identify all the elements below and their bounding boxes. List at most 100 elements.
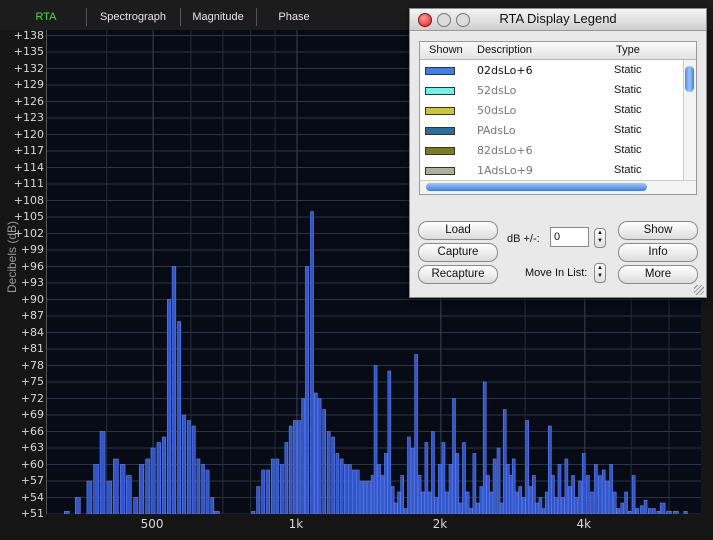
series-color-swatch[interactable] [425, 167, 455, 175]
column-shown[interactable]: Shown [429, 44, 463, 56]
rta-bar [270, 458, 275, 515]
rta-bar [605, 480, 610, 515]
rta-bar [616, 508, 621, 515]
rta-bar [448, 464, 453, 515]
rta-bar [581, 453, 586, 515]
y-tick-label: +54 [20, 490, 44, 504]
rta-bar [434, 497, 438, 515]
rta-bar [99, 431, 106, 515]
rta-bar [297, 420, 301, 515]
tab-spectrograph[interactable]: Spectrograph [86, 8, 179, 26]
tab-rta[interactable]: RTA [10, 8, 82, 26]
load-button[interactable]: Load [418, 221, 498, 240]
rta-bar [624, 491, 628, 515]
rta-bar [431, 431, 435, 515]
rta-bar [659, 502, 666, 515]
rta-bar [113, 458, 119, 515]
recapture-button[interactable]: Recapture [418, 265, 498, 284]
series-color-swatch[interactable] [425, 107, 455, 115]
rta-bar [150, 447, 156, 515]
rta-bar [75, 497, 81, 515]
rta-bar [535, 502, 539, 515]
legend-list-header: Shown Description Type [420, 42, 696, 60]
rta-bar [314, 392, 318, 515]
legend-row-type: Static [614, 124, 642, 136]
series-color-swatch[interactable] [425, 87, 455, 95]
rta-bar [564, 458, 569, 515]
rta-bar [348, 464, 352, 515]
series-color-swatch[interactable] [425, 67, 455, 75]
capture-button[interactable]: Capture [418, 243, 498, 262]
series-color-swatch[interactable] [425, 127, 455, 135]
rta-bar [554, 497, 558, 515]
legend-row[interactable]: 82dsLo+6 Static [420, 141, 682, 161]
rta-bar [421, 491, 425, 515]
legend-row[interactable]: 52dsLo Static [420, 81, 682, 101]
rta-bar [496, 447, 501, 515]
rta-bar [462, 442, 466, 515]
rta-bar [424, 442, 429, 515]
legend-vertical-scrollbar[interactable] [683, 60, 696, 180]
rta-bar [452, 398, 456, 515]
legend-row-description: 1AdsLo+9 [477, 164, 533, 177]
rta-bar [404, 508, 408, 515]
rta-bar [521, 497, 526, 515]
more-button[interactable]: More [618, 265, 698, 284]
y-tick-label: +138 [13, 28, 44, 42]
rta-bar [331, 436, 335, 515]
rta-bar [594, 464, 598, 515]
window-titlebar[interactable]: RTA Display Legend [410, 9, 706, 31]
rta-bar [489, 491, 494, 515]
move-in-list-stepper[interactable]: ▲ ▼ [594, 263, 606, 283]
rta-bar [525, 420, 529, 515]
legend-row-type: Static [614, 84, 642, 96]
db-offset-field[interactable]: 0 [550, 227, 589, 247]
show-button[interactable]: Show [618, 221, 698, 240]
y-tick-label: +78 [20, 358, 44, 372]
legend-row[interactable]: 50dsLo Static [420, 101, 682, 121]
rta-bar [528, 486, 533, 515]
rta-bar [486, 475, 490, 515]
rta-bar [191, 425, 196, 515]
rta-bar [167, 299, 172, 515]
legend-row-description: 52dsLo [477, 84, 517, 97]
rta-bar [275, 458, 280, 515]
rta-bar [156, 442, 161, 515]
rta-bar [355, 469, 360, 515]
tab-phase[interactable]: Phase [256, 8, 331, 26]
rta-bar [492, 458, 497, 515]
rta-bar [499, 502, 504, 515]
legend-horizontal-scrollbar[interactable] [420, 180, 696, 194]
rta-bar [93, 464, 99, 515]
rta-bar [643, 499, 648, 515]
rta-bar [458, 502, 463, 515]
legend-list[interactable]: Shown Description Type 02dsLo+6 Static 52d… [419, 41, 697, 195]
tab-magnitude[interactable]: Magnitude [180, 8, 255, 26]
legend-row[interactable]: 1AdsLo+9 Static [420, 161, 682, 181]
rta-bar [301, 398, 305, 515]
legend-row[interactable]: 02dsLo+6 Static [420, 61, 682, 81]
column-description[interactable]: Description [477, 44, 532, 56]
rta-bar [322, 409, 326, 515]
rta-bar [106, 480, 113, 515]
rta-bar [469, 508, 473, 515]
x-tick-label: 500 [140, 517, 164, 531]
series-color-swatch[interactable] [425, 147, 455, 155]
rta-bar [438, 464, 442, 515]
vertical-scroll-thumb[interactable] [685, 66, 694, 92]
column-type[interactable]: Type [616, 44, 640, 56]
rta-bar [541, 508, 546, 515]
info-button[interactable]: Info [618, 243, 698, 262]
horizontal-scroll-thumb[interactable] [426, 183, 647, 191]
db-offset-stepper[interactable]: ▲ ▼ [594, 228, 606, 248]
rta-bar [628, 510, 632, 515]
y-tick-label: +114 [13, 160, 44, 174]
resize-grip-icon[interactable] [694, 285, 704, 295]
rta-bar [518, 486, 522, 515]
rta-bar [363, 480, 368, 515]
rta-bar [571, 475, 575, 515]
y-tick-label: +72 [20, 391, 44, 405]
legend-row[interactable]: PAdsLo Static [420, 121, 682, 141]
rta-bar [472, 453, 477, 515]
rta-legend-window: RTA Display Legend Shown Description Typ… [409, 8, 707, 298]
